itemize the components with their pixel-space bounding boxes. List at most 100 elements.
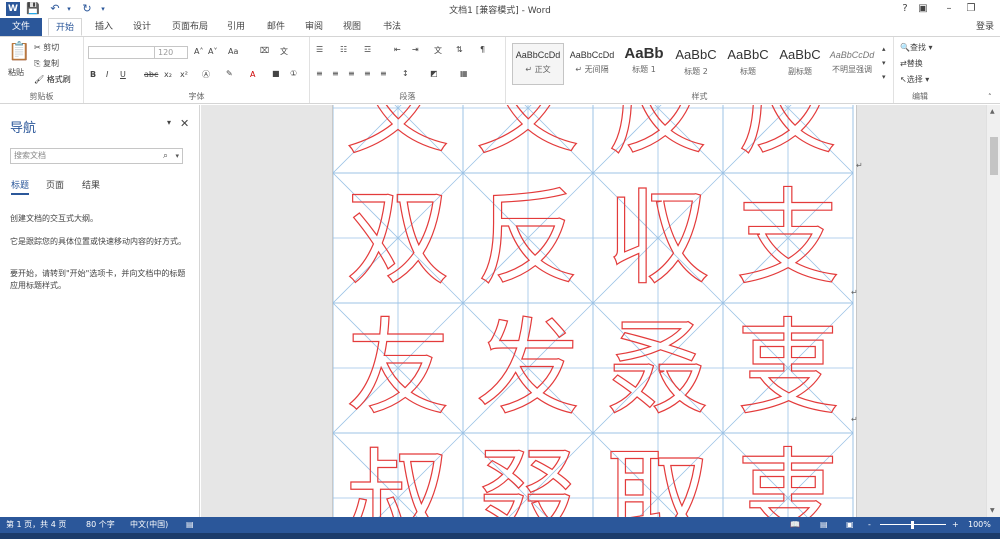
style-heading-1[interactable]: AaBb 标题 1 — [618, 43, 670, 85]
minimize-icon[interactable]: – — [940, 2, 958, 16]
font-group: 120 A˄ A˅ Aa ⌧ 文 B I U abc x₂ x² Ⓐ ✎ A ■… — [84, 37, 310, 103]
nav-search-input[interactable]: 搜索文档 ⌕ ▾ — [10, 148, 183, 164]
login-link[interactable]: 登录 — [976, 18, 994, 36]
phonetic-guide-icon[interactable]: 文 — [280, 46, 288, 57]
styles-group: AaBbCcDd ↵ 正文 AaBbCcDd ↵ 无间隔 AaBb 标题 1 A… — [506, 37, 894, 103]
tab-headings[interactable]: 标题 — [11, 178, 30, 195]
document-page[interactable]: 叉叉反反双反収支友发叒叓叔叕取叓 — [332, 105, 857, 517]
bullets-icon[interactable]: ☰ — [316, 45, 323, 54]
line-spacing-icon[interactable]: ↕ — [402, 69, 409, 78]
search-icon[interactable]: ⌕ — [163, 149, 168, 163]
style-no-spacing[interactable]: AaBbCcDd ↵ 无间隔 — [566, 43, 618, 85]
scroll-down-icon[interactable]: ▼ — [990, 507, 995, 514]
page-count[interactable]: 第 1 页，共 4 页 — [6, 517, 66, 533]
language-indicator[interactable]: 中文(中国) — [130, 517, 168, 533]
strikethrough-button[interactable]: abc — [144, 70, 158, 79]
style-heading-2[interactable]: AaBbC 标题 2 — [670, 43, 722, 85]
bold-button[interactable]: B — [90, 70, 96, 79]
web-layout-icon[interactable]: ▣ — [846, 517, 854, 533]
replace-button[interactable]: ⇄替换 — [900, 58, 923, 69]
underline-button[interactable]: U — [120, 70, 126, 79]
format-painter-icon: 🖌 — [34, 75, 45, 84]
justify-icon[interactable]: ≡ — [364, 69, 371, 78]
paste-button[interactable]: 粘贴 — [8, 67, 24, 78]
restore-icon[interactable]: ❐ — [962, 2, 980, 16]
print-layout-icon[interactable]: ▤ — [820, 517, 828, 533]
search-dropdown-icon[interactable]: ▾ — [175, 149, 179, 163]
collapse-ribbon-icon[interactable]: ˄ — [988, 93, 992, 101]
chinese-layout-icon[interactable]: 文 — [434, 45, 442, 56]
style-subtle-emphasis[interactable]: AaBbCcDd 不明显强调 — [826, 43, 878, 85]
highlight-icon[interactable]: ✎ — [226, 69, 233, 78]
increase-indent-icon[interactable]: ⇥ — [412, 45, 419, 54]
zoom-out-button[interactable]: - — [868, 517, 871, 533]
distributed-icon[interactable]: ≡ — [380, 69, 387, 78]
numbering-icon[interactable]: ☷ — [340, 45, 347, 54]
align-left-icon[interactable]: ≡ — [316, 69, 323, 78]
copy-button[interactable]: ⎘ 复制 — [34, 58, 59, 69]
font-color-button[interactable]: A — [250, 70, 255, 79]
vertical-scrollbar[interactable]: ▲ ▼ — [986, 105, 1000, 517]
close-icon[interactable]: ✕ — [180, 117, 189, 130]
font-name-combo[interactable] — [88, 46, 156, 59]
tab-pages[interactable]: 页面 — [46, 178, 64, 191]
char-shading-icon[interactable]: ■ — [272, 69, 280, 78]
find-label: 查找 — [909, 43, 926, 52]
cut-button[interactable]: ✂ 剪切 — [34, 42, 59, 53]
navigation-pane: 导航 ▾ ✕ 搜索文档 ⌕ ▾ 标题 页面 结果 创建文档的交互式大纲。 它是跟… — [0, 105, 200, 517]
tab-home[interactable]: 开始 — [48, 18, 82, 36]
select-button[interactable]: ↖选择 ▾ — [900, 74, 929, 85]
tab-calligraphy[interactable]: 书法 — [380, 18, 404, 36]
tab-results[interactable]: 结果 — [82, 178, 100, 191]
tab-references[interactable]: 引用 — [224, 18, 248, 36]
multilevel-list-icon[interactable]: ☲ — [364, 45, 371, 54]
zoom-level[interactable]: 100% — [968, 517, 991, 533]
tab-file[interactable]: 文件 — [0, 18, 42, 36]
practice-character: 叓 — [736, 307, 840, 429]
decrease-indent-icon[interactable]: ⇤ — [394, 45, 401, 54]
tab-review[interactable]: 审阅 — [302, 18, 326, 36]
zoom-slider-thumb[interactable] — [911, 521, 914, 529]
sort-icon[interactable]: ⇅ — [456, 45, 463, 54]
tab-mailings[interactable]: 邮件 — [264, 18, 288, 36]
borders-icon[interactable]: ▦ — [460, 69, 468, 78]
align-right-icon[interactable]: ≡ — [348, 69, 355, 78]
shrink-font-button[interactable]: A˅ — [208, 47, 217, 56]
subscript-button[interactable]: x₂ — [164, 70, 172, 79]
scroll-thumb[interactable] — [990, 137, 998, 175]
clear-format-icon[interactable]: ⌧ — [260, 46, 269, 55]
styles-more-icon[interactable]: ▾ — [882, 73, 886, 81]
change-case-button[interactable]: Aa — [228, 47, 238, 56]
style-subtitle-name: 副标题 — [788, 67, 812, 76]
tab-design[interactable]: 设计 — [130, 18, 154, 36]
style-normal[interactable]: AaBbCcDd ↵ 正文 — [512, 43, 564, 85]
scroll-up-icon[interactable]: ▲ — [990, 108, 995, 115]
style-title[interactable]: AaBbC 标题 — [722, 43, 774, 85]
shading-icon[interactable]: ◩ — [430, 69, 438, 78]
find-button[interactable]: 🔍查找 ▾ — [900, 42, 933, 53]
tab-layout[interactable]: 页面布局 — [170, 18, 210, 36]
enclose-char-icon[interactable]: ① — [290, 69, 297, 78]
read-mode-icon[interactable]: 📖 — [790, 517, 800, 533]
tab-view[interactable]: 视图 — [340, 18, 364, 36]
zoom-in-button[interactable]: + — [952, 517, 959, 533]
text-effects-icon[interactable]: Ⓐ — [202, 69, 210, 80]
styles-scroll-up-icon[interactable]: ▴ — [882, 45, 886, 53]
word-count[interactable]: 80 个字 — [86, 517, 115, 533]
ribbon-display-icon[interactable]: ▣ — [914, 2, 932, 16]
style-subtitle[interactable]: AaBbC 副标题 — [774, 43, 826, 85]
grow-font-button[interactable]: A˄ — [194, 47, 203, 56]
macro-record-icon[interactable]: ▤ — [186, 517, 194, 533]
paste-icon[interactable]: 📋 — [8, 41, 30, 62]
practice-character: 叕 — [476, 437, 580, 517]
italic-button[interactable]: I — [106, 70, 108, 79]
align-center-icon[interactable]: ≡ — [332, 69, 339, 78]
styles-scroll-down-icon[interactable]: ▾ — [882, 59, 886, 67]
superscript-button[interactable]: x² — [180, 70, 188, 79]
font-size-combo[interactable]: 120 — [154, 46, 188, 59]
help-icon[interactable]: ? — [896, 2, 914, 16]
nav-options-icon[interactable]: ▾ — [167, 118, 171, 127]
show-marks-icon[interactable]: ¶ — [480, 45, 485, 54]
tab-insert[interactable]: 插入 — [92, 18, 116, 36]
format-painter-button[interactable]: 🖌 格式刷 — [34, 74, 71, 85]
